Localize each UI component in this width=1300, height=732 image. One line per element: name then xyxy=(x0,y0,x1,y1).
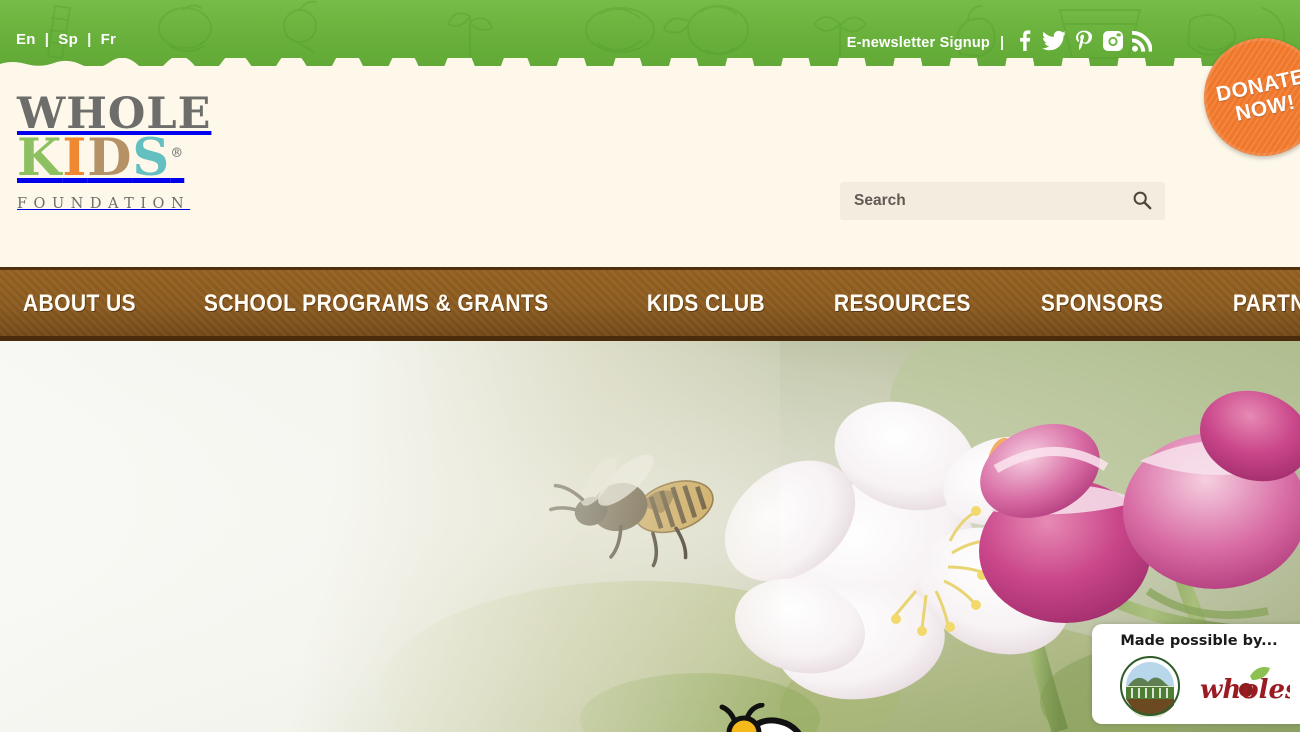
social-links xyxy=(1014,30,1153,56)
rss-icon[interactable] xyxy=(1132,30,1153,56)
nav-item-about-us[interactable]: ABOUT US xyxy=(0,290,181,318)
logo-letter-i: I xyxy=(62,128,88,189)
nav-link-about-us[interactable]: ABOUT US xyxy=(0,290,159,318)
main-navigation: ABOUT US SCHOOL PROGRAMS & GRANTS KIDS C… xyxy=(0,267,1300,341)
nav-item-partners[interactable]: PARTNERS xyxy=(1210,290,1300,318)
search-bar[interactable] xyxy=(840,182,1165,220)
wholesome-logo-text: wholes xyxy=(1200,675,1290,705)
nav-list: ABOUT US SCHOOL PROGRAMS & GRANTS KIDS C… xyxy=(0,290,1300,318)
logo-letter-d: D xyxy=(87,128,133,189)
hero-text-scrim xyxy=(0,341,780,732)
cascadian-farm-organic-logo[interactable] xyxy=(1116,655,1184,722)
nav-item-kids-club[interactable]: KIDS CLUB xyxy=(624,290,810,318)
utility-bar: En | Sp | Fr E-newsletter Signup | xyxy=(0,0,1300,66)
logo-registered-mark: ® xyxy=(170,146,185,162)
facebook-icon[interactable] xyxy=(1014,30,1034,56)
search-submit-button[interactable] xyxy=(1119,182,1165,220)
site-logo[interactable]: WHOLE KIDS® FOUNDATION xyxy=(17,92,210,213)
twitter-icon[interactable] xyxy=(1042,30,1066,56)
nav-link-partners[interactable]: PARTNERS xyxy=(1210,290,1300,318)
logo-word-foundation: FOUNDATION xyxy=(17,196,191,213)
lang-separator-1: | xyxy=(44,31,50,48)
bee-icon-large xyxy=(705,703,805,732)
wholesome-logo[interactable]: wholes xyxy=(1198,664,1300,713)
logo-word-kids: KIDS® xyxy=(17,133,197,184)
lang-separator-2: | xyxy=(87,31,92,48)
torn-paper-edge xyxy=(0,58,1300,66)
newsletter-signup-link[interactable]: E-newsletter Signup xyxy=(847,35,990,51)
nav-link-kids-club[interactable]: KIDS CLUB xyxy=(624,290,788,318)
utility-right-group: E-newsletter Signup | xyxy=(847,30,1153,56)
nav-item-sponsors[interactable]: SPONSORS xyxy=(1018,290,1209,318)
nav-link-resources[interactable]: RESOURCES xyxy=(811,290,994,318)
nav-item-resources[interactable]: RESOURCES xyxy=(811,290,1019,318)
hero-banner[interactable]: Give Bees a Chance We Need Plants. Plant… xyxy=(0,341,1300,732)
lang-link-en[interactable]: En xyxy=(16,31,45,48)
sponsor-logo-list: wholes xyxy=(1092,655,1300,722)
nav-link-sponsors[interactable]: SPONSORS xyxy=(1018,290,1186,318)
newsletter-separator: | xyxy=(999,35,1004,51)
page-root: En | Sp | Fr E-newsletter Signup | DONAT… xyxy=(0,0,1300,732)
lang-link-fr[interactable]: Fr xyxy=(92,31,126,48)
search-input[interactable] xyxy=(840,182,1119,220)
sponsor-made-possible-label: Made possible by... xyxy=(1120,633,1278,649)
lang-link-sp[interactable]: Sp xyxy=(49,31,87,48)
logo-letter-k: K xyxy=(17,128,63,189)
site-header: WHOLE KIDS® FOUNDATION xyxy=(0,66,1300,267)
instagram-icon[interactable] xyxy=(1102,30,1124,56)
search-icon xyxy=(1132,190,1152,213)
nav-link-school-programs[interactable]: SCHOOL PROGRAMS & GRANTS xyxy=(181,290,572,318)
sponsor-card: Made possible by... wholes xyxy=(1092,624,1300,724)
language-switcher[interactable]: En | Sp | Fr xyxy=(16,31,125,48)
logo-letter-s: S xyxy=(132,128,171,189)
pinterest-icon[interactable] xyxy=(1074,30,1094,56)
nav-item-school-programs[interactable]: SCHOOL PROGRAMS & GRANTS xyxy=(181,290,625,318)
